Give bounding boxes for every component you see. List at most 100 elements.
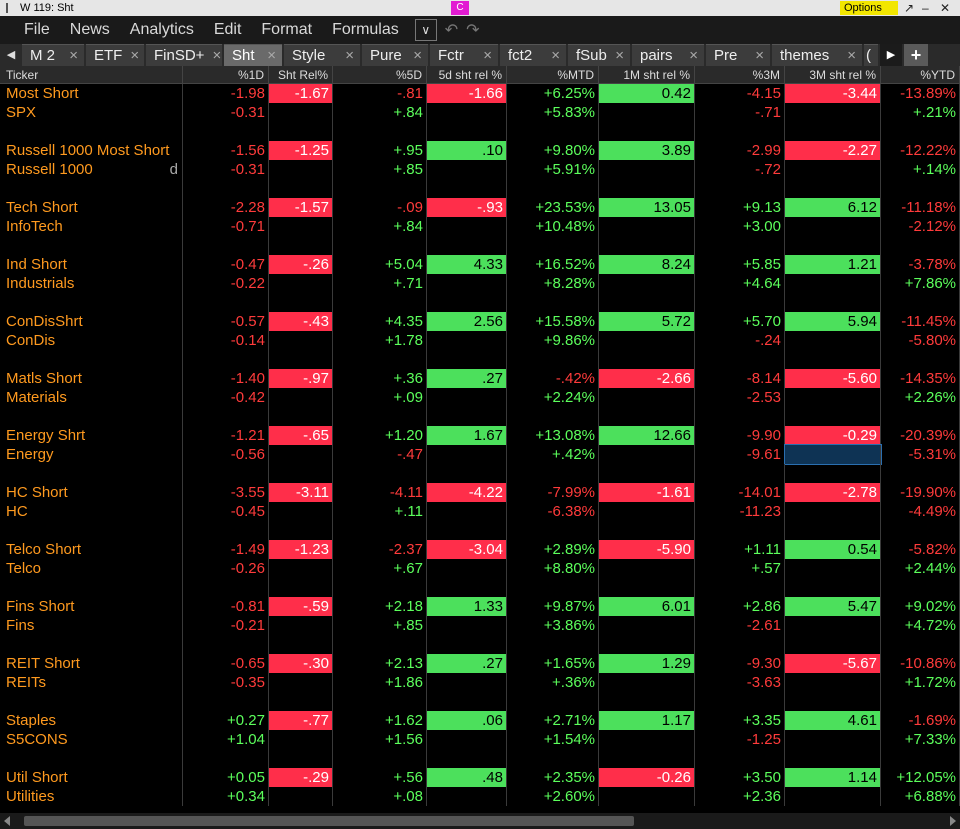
value-cell[interactable]: 6.01 <box>599 597 695 616</box>
value-cell[interactable]: -1.69% <box>881 711 960 730</box>
menu-formulas[interactable]: Formulas <box>322 21 409 39</box>
value-cell[interactable]: +8.80% <box>507 559 599 578</box>
value-cell[interactable]: -0.35 <box>183 673 269 692</box>
tab-close-icon[interactable]: × <box>212 47 221 64</box>
value-cell[interactable]: -13.89% <box>881 84 960 103</box>
tab-10[interactable]: pairs × <box>632 44 704 66</box>
value-cell[interactable]: -3.63 <box>695 673 785 692</box>
column-header[interactable]: Ticker <box>0 66 183 83</box>
value-cell[interactable]: 13.05 <box>599 198 695 217</box>
column-header[interactable]: %MTD <box>507 66 599 83</box>
value-cell[interactable] <box>269 787 333 806</box>
tab-close-icon[interactable]: × <box>267 47 276 64</box>
value-cell[interactable]: -0.31 <box>183 103 269 122</box>
value-cell[interactable]: 6.12 <box>785 198 881 217</box>
value-cell[interactable]: -0.31 <box>183 160 269 179</box>
value-cell[interactable] <box>599 274 695 293</box>
value-cell[interactable] <box>427 217 507 236</box>
tab-close-icon[interactable]: × <box>413 47 422 64</box>
value-cell[interactable]: -5.31% <box>881 445 960 464</box>
value-cell[interactable]: +3.50 <box>695 768 785 787</box>
value-cell[interactable]: -0.57 <box>183 312 269 331</box>
value-cell[interactable] <box>785 103 881 122</box>
horizontal-scrollbar[interactable] <box>0 813 960 829</box>
scroll-right-icon[interactable] <box>950 816 956 826</box>
ticker-cell[interactable]: Tech Short <box>0 198 183 217</box>
value-cell[interactable]: +.57 <box>695 559 785 578</box>
value-cell[interactable]: -19.90% <box>881 483 960 502</box>
tab-4[interactable]: Sht × <box>224 44 282 66</box>
menu-analytics[interactable]: Analytics <box>120 21 204 39</box>
tab-6[interactable]: Pure × <box>362 44 428 66</box>
tab-scroll-right-icon[interactable]: ▶ <box>880 44 902 66</box>
value-cell[interactable]: -.93 <box>427 198 507 217</box>
value-cell[interactable]: +2.18 <box>333 597 427 616</box>
value-cell[interactable] <box>427 730 507 749</box>
value-cell[interactable]: 5.47 <box>785 597 881 616</box>
pop-out-icon[interactable]: ↗ <box>904 0 914 16</box>
window-menu-icon[interactable] <box>6 3 14 13</box>
value-cell[interactable]: -.59 <box>269 597 333 616</box>
value-cell[interactable]: +3.00 <box>695 217 785 236</box>
tab-12[interactable]: themes × <box>772 44 862 66</box>
close-icon[interactable]: ✕ <box>940 0 950 16</box>
value-cell[interactable]: -2.61 <box>695 616 785 635</box>
value-cell[interactable]: -8.14 <box>695 369 785 388</box>
ticker-cell[interactable]: Matls Short <box>0 369 183 388</box>
value-cell[interactable]: +1.20 <box>333 426 427 445</box>
ticker-cell[interactable]: Most Short <box>0 84 183 103</box>
overflow-chevron-icon[interactable]: ∨ <box>414 19 437 41</box>
tab-close-icon[interactable]: × <box>69 47 78 64</box>
value-cell[interactable]: +15.58% <box>507 312 599 331</box>
value-cell[interactable]: +.85 <box>333 616 427 635</box>
value-cell[interactable] <box>269 217 333 236</box>
value-cell[interactable]: -.97 <box>269 369 333 388</box>
value-cell[interactable]: -0.56 <box>183 445 269 464</box>
table-row-short[interactable]: Russell 1000 Most Short -1.56 -1.25 +.95.10… <box>0 141 960 160</box>
menu-news[interactable]: News <box>60 21 120 39</box>
ticker-cell[interactable]: Telco <box>0 559 183 578</box>
value-cell[interactable]: -.29 <box>269 768 333 787</box>
value-cell[interactable] <box>269 616 333 635</box>
value-cell[interactable]: -0.26 <box>183 559 269 578</box>
value-cell[interactable]: -1.66 <box>427 84 507 103</box>
value-cell[interactable] <box>785 502 881 521</box>
value-cell[interactable]: +.95 <box>333 141 427 160</box>
value-cell[interactable] <box>269 274 333 293</box>
ticker-cell[interactable]: Energy <box>0 445 183 464</box>
value-cell[interactable]: -1.49 <box>183 540 269 559</box>
tab-close-icon[interactable]: × <box>615 47 624 64</box>
value-cell[interactable] <box>785 730 881 749</box>
value-cell[interactable]: +16.52% <box>507 255 599 274</box>
value-cell[interactable]: 12.66 <box>599 426 695 445</box>
value-cell[interactable]: -11.45% <box>881 312 960 331</box>
value-cell[interactable]: -2.28 <box>183 198 269 217</box>
value-cell[interactable]: -.47 <box>333 445 427 464</box>
value-cell[interactable] <box>427 103 507 122</box>
table-row-short[interactable]: Fins Short -0.81 -.59 +2.18 1.33 +9.87% 6.01 +2… <box>0 597 960 616</box>
menu-edit[interactable]: Edit <box>204 21 252 39</box>
value-cell[interactable]: -3.78% <box>881 255 960 274</box>
value-cell[interactable] <box>785 787 881 806</box>
value-cell[interactable]: +.85 <box>333 160 427 179</box>
value-cell[interactable]: -4.22 <box>427 483 507 502</box>
value-cell[interactable] <box>269 445 333 464</box>
tab-close-icon[interactable]: × <box>483 47 492 64</box>
value-cell[interactable]: -2.99 <box>695 141 785 160</box>
menu-file[interactable]: File <box>14 21 60 39</box>
value-cell[interactable]: +7.33% <box>881 730 960 749</box>
ticker-cell[interactable]: Fins Short <box>0 597 183 616</box>
table-row-short[interactable]: Energy Shrt -1.21 -.65 +1.20 1.67 +13.08% 12.6… <box>0 426 960 445</box>
value-cell[interactable]: 1.33 <box>427 597 507 616</box>
c-button[interactable]: C <box>451 1 469 15</box>
value-cell[interactable]: +9.80% <box>507 141 599 160</box>
value-cell[interactable]: +.11 <box>333 502 427 521</box>
tab-11[interactable]: Pre × <box>706 44 770 66</box>
table-row-short[interactable]: Ind Short -0.47 -.26 +5.04 4.33 +16.52% 8.24 +5… <box>0 255 960 274</box>
value-cell[interactable]: -1.25 <box>695 730 785 749</box>
value-cell[interactable]: -14.01 <box>695 483 785 502</box>
value-cell[interactable] <box>269 730 333 749</box>
value-cell[interactable]: -3.44 <box>785 84 881 103</box>
column-header[interactable]: %1D <box>183 66 269 83</box>
value-cell[interactable]: -1.67 <box>269 84 333 103</box>
